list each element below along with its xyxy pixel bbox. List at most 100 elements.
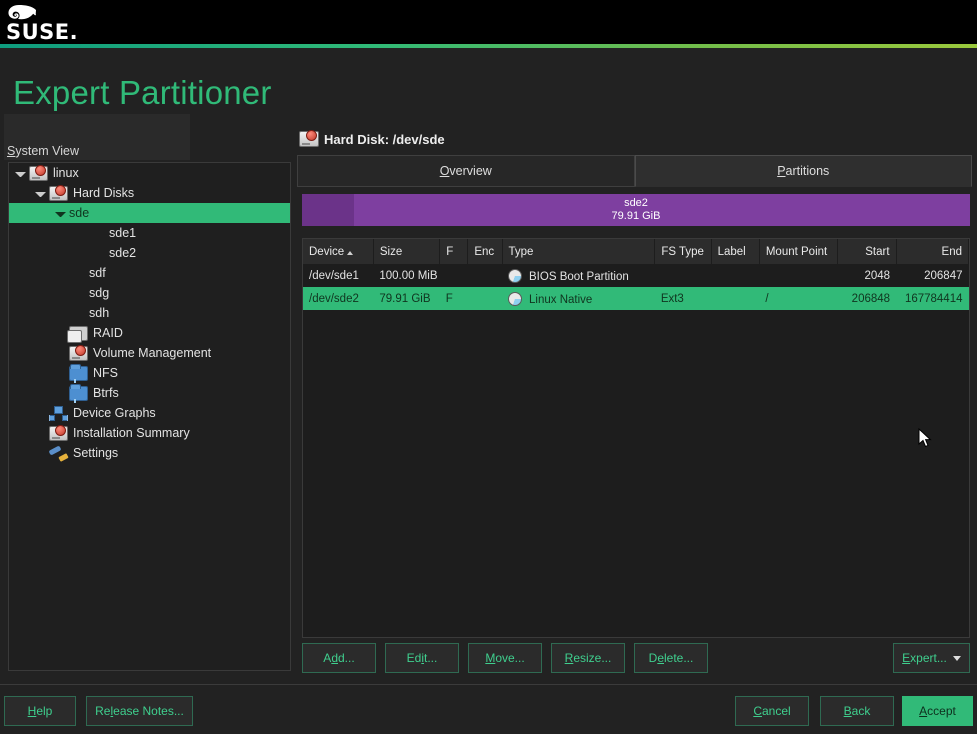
- suse-logo: SUSE.: [6, 5, 78, 42]
- cancel-button[interactable]: Cancel: [735, 696, 809, 726]
- table-row[interactable]: /dev/sde2 79.91 GiB F Linux Native Ext3 /2068…: [303, 287, 969, 310]
- partition-type-icon: [508, 268, 523, 283]
- release-notes-button[interactable]: Release Notes...: [86, 696, 193, 726]
- tree-item-raid[interactable]: RAID: [9, 323, 290, 343]
- column-header-start[interactable]: Start: [837, 239, 897, 264]
- disk-icon: [49, 184, 68, 201]
- column-header-size[interactable]: Size: [373, 239, 441, 264]
- table-body[interactable]: /dev/sde1 100.00 MiB BIOS Boot Partition 20…: [303, 264, 969, 310]
- mouse-cursor: [918, 428, 932, 448]
- column-header-label: Type: [508, 245, 534, 258]
- column-header-label: F: [446, 245, 454, 258]
- resize-button[interactable]: Resize...: [551, 643, 625, 673]
- tree-item-label: sdh: [89, 306, 110, 320]
- tab-partitions[interactable]: Partitions: [634, 155, 972, 187]
- chevron-down-icon[interactable]: [55, 208, 66, 219]
- disk-heading: Hard Disk: /dev/sde: [299, 130, 445, 147]
- tab-overview[interactable]: Overview: [297, 155, 635, 187]
- back-button[interactable]: Back: [820, 696, 894, 726]
- table-header-row[interactable]: Device Size F Enc Type FS Type Label Mount Poin…: [303, 239, 970, 264]
- button-label: Delete...: [648, 651, 694, 665]
- expert-menu-button[interactable]: Expert...: [893, 643, 970, 673]
- button-label: Move...: [485, 651, 525, 665]
- column-header-label: Start: [865, 245, 890, 258]
- tree-item-device-graphs[interactable]: Device Graphs: [9, 403, 290, 423]
- column-header-label: Device: [309, 245, 345, 258]
- raid-icon: [67, 325, 88, 343]
- tree-item-label: Device Graphs: [73, 406, 156, 420]
- help-button[interactable]: Help: [4, 696, 76, 726]
- tree-item-hard-disks[interactable]: Hard Disks: [9, 183, 290, 203]
- tree-item-label: sdf: [89, 266, 106, 280]
- add-button[interactable]: Add...: [302, 643, 376, 673]
- tab-label: Partitions: [777, 164, 830, 178]
- column-header-device[interactable]: Device: [303, 239, 374, 264]
- column-header-label: Size: [379, 245, 403, 258]
- tree-item-sde2[interactable]: sde2: [9, 243, 290, 263]
- move-button[interactable]: Move...: [468, 643, 542, 673]
- wrench-icon: [49, 446, 68, 461]
- partition-action-buttons[interactable]: Add... Edit... Move... Resize... Delete...: [302, 643, 708, 673]
- tree-item-sdh[interactable]: sdh: [9, 303, 290, 323]
- tree-item-volume-management[interactable]: Volume Management: [9, 343, 290, 363]
- brand-accent-rule: [0, 44, 977, 48]
- system-view-tree[interactable]: linux Hard Disks sde sde1 sde2 sdf sdg sdh RAID V…: [8, 162, 291, 671]
- cell-size: 100.00 MiB: [379, 269, 438, 282]
- partition-segment-sde1[interactable]: [302, 194, 354, 226]
- chevron-down-icon[interactable]: [15, 168, 26, 179]
- cell-start: 2048: [864, 269, 891, 282]
- tree-item-label: Hard Disks: [73, 186, 135, 200]
- cell-type: BIOS Boot Partition: [502, 264, 655, 287]
- disk-icon: [49, 424, 68, 441]
- brand-bar: SUSE.: [0, 0, 977, 44]
- button-label: Edit...: [406, 651, 438, 665]
- table-row[interactable]: /dev/sde1 100.00 MiB BIOS Boot Partition 20…: [303, 264, 969, 287]
- cell-fs-type: Ext3: [654, 287, 712, 310]
- tree-item-sde1[interactable]: sde1: [9, 223, 290, 243]
- chevron-down-icon[interactable]: [35, 188, 46, 199]
- cell-mount-point: [759, 264, 837, 287]
- tree-item-settings[interactable]: Settings: [9, 443, 290, 463]
- partition-type-icon: [508, 291, 523, 306]
- cell-type-label: Linux Native: [529, 293, 593, 306]
- chevron-down-icon: [952, 655, 961, 661]
- partition-usage-bar[interactable]: sde2 79.91 GiB: [302, 194, 970, 226]
- column-header-type[interactable]: Type: [502, 239, 656, 264]
- disk-icon: [299, 130, 319, 147]
- tree-item-label: Settings: [73, 446, 119, 460]
- column-header-end[interactable]: End: [896, 239, 970, 264]
- accept-button[interactable]: Accept: [902, 696, 973, 726]
- tree-item-label: Volume Management: [93, 346, 212, 360]
- column-header-f[interactable]: F: [439, 239, 469, 264]
- column-header-mount-point[interactable]: Mount Point: [759, 239, 839, 264]
- tree-item-label: sde2: [109, 246, 137, 260]
- tree-item-label: sdg: [89, 286, 110, 300]
- disk-tabs[interactable]: Overview Partitions: [297, 155, 972, 187]
- tree-item-linux[interactable]: linux: [9, 163, 290, 183]
- device-graph-icon: [49, 405, 68, 421]
- column-header-enc[interactable]: Enc: [467, 239, 503, 264]
- tree-item-nfs[interactable]: NFS: [9, 363, 290, 383]
- tree-item-btrfs[interactable]: Btrfs: [9, 383, 290, 403]
- tree-item-sdf[interactable]: sdf: [9, 263, 290, 283]
- partitions-table-container[interactable]: Device Size F Enc Type FS Type Label Mount Poin…: [302, 238, 970, 638]
- tree-item-sde[interactable]: sde: [9, 203, 290, 223]
- expert-menu-button-label: Expert...: [902, 651, 947, 665]
- cell-f: F: [439, 287, 468, 310]
- folder-icon: [69, 383, 88, 403]
- column-header-fs-type[interactable]: FS Type: [654, 239, 712, 264]
- tab-label: Overview: [439, 164, 492, 178]
- cell-enc: [468, 264, 502, 287]
- tree-item-sdg[interactable]: sdg: [9, 283, 290, 303]
- column-header-label: Enc: [474, 245, 495, 258]
- edit-button[interactable]: Edit...: [385, 643, 459, 673]
- partitions-table[interactable]: Device Size F Enc Type FS Type Label Mount Poin…: [303, 239, 970, 310]
- delete-button[interactable]: Delete...: [634, 643, 708, 673]
- system-view-label: System View: [7, 144, 80, 158]
- column-header-label[interactable]: Label: [711, 239, 760, 264]
- tree-item-installation-summary[interactable]: Installation Summary: [9, 423, 290, 443]
